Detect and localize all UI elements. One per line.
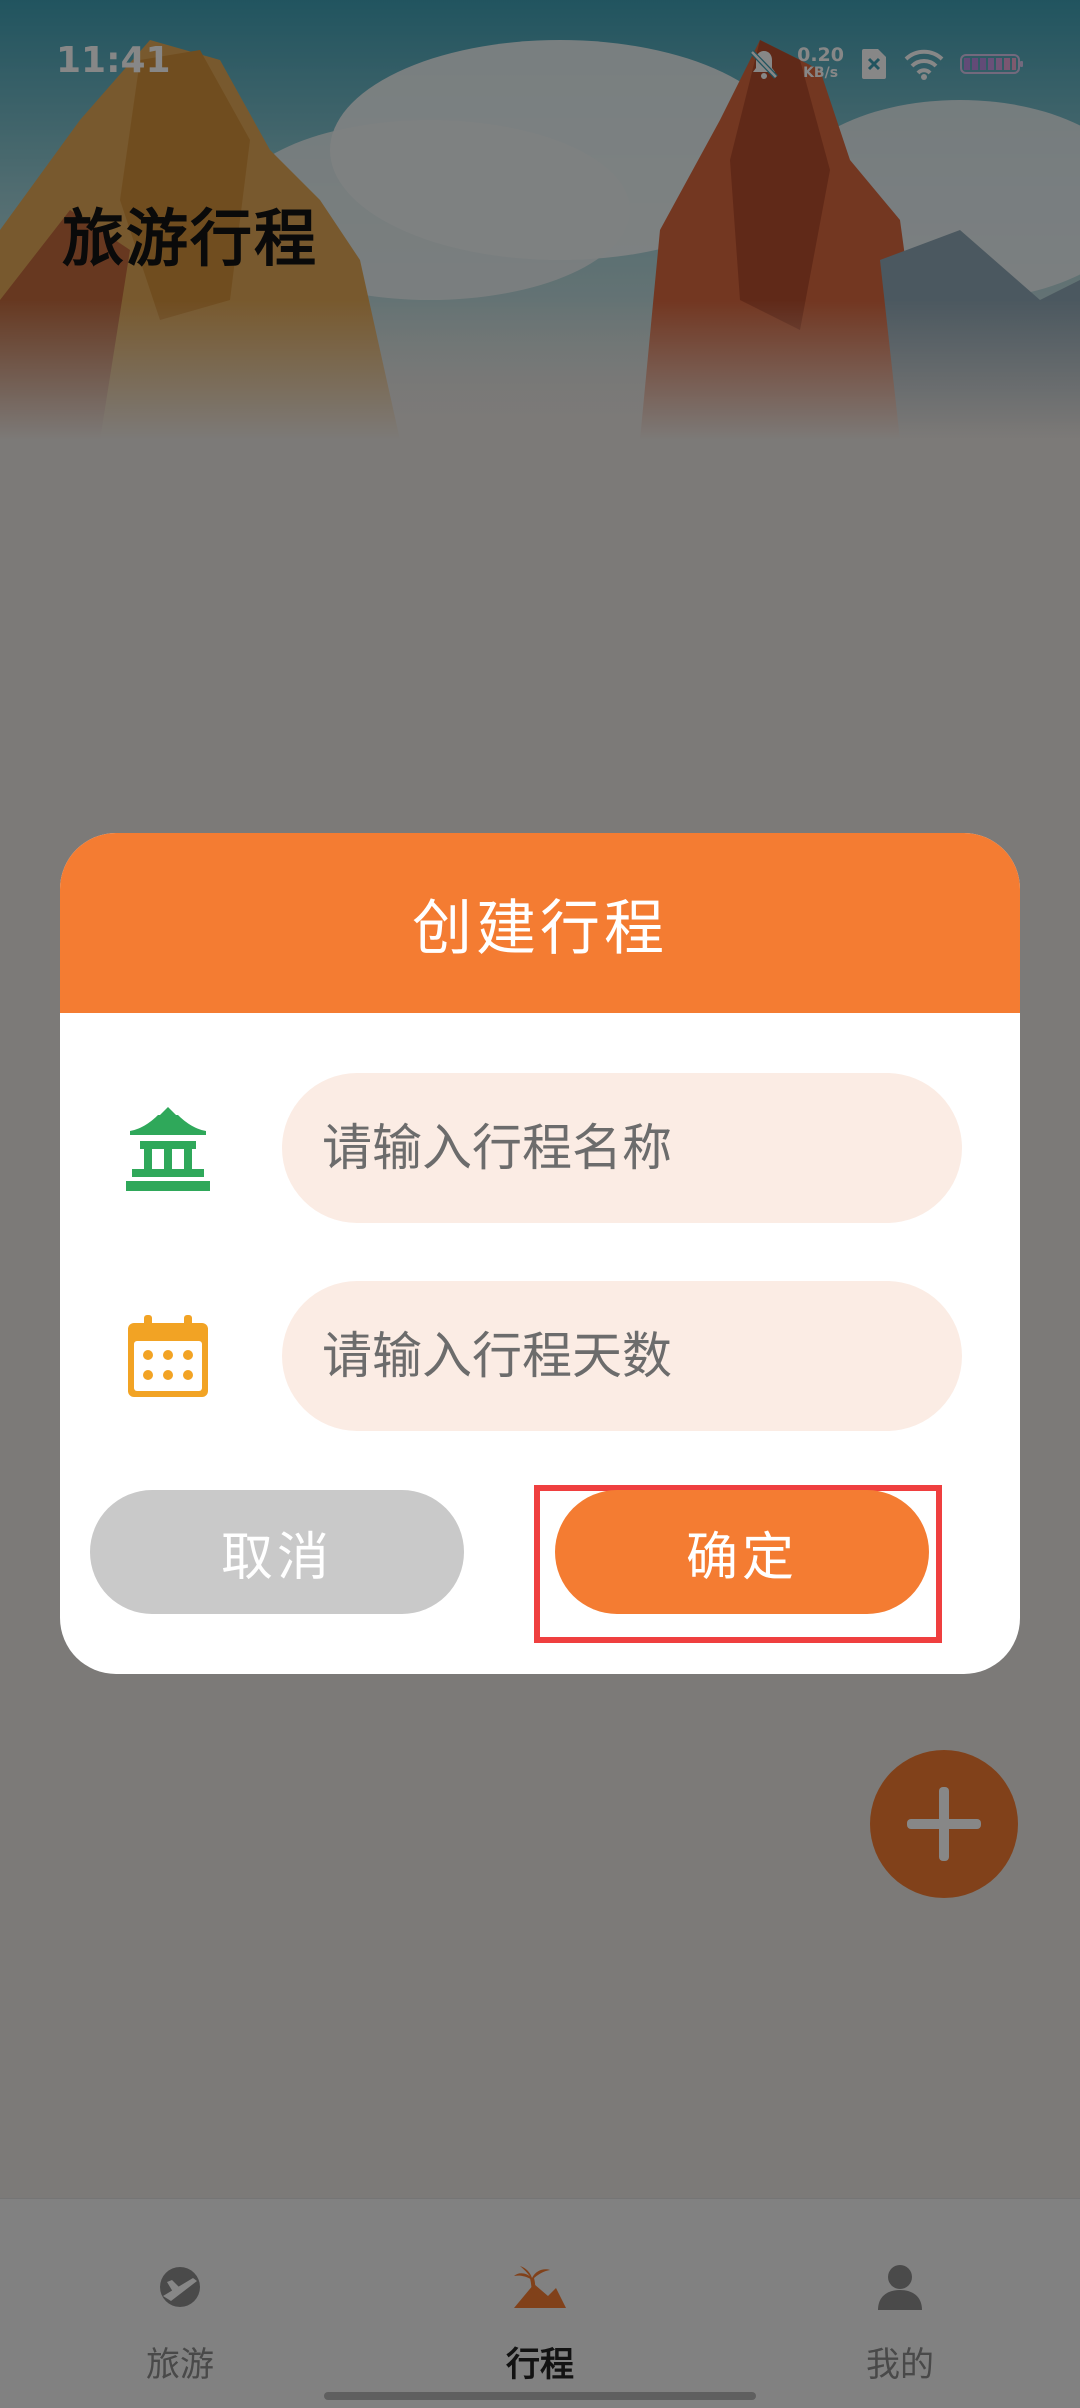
- dialog-title: 创建行程: [412, 893, 668, 964]
- cancel-button[interactable]: 取消: [90, 1490, 464, 1614]
- create-trip-dialog: 创建行程 请输入行程名称 请输入行程天数 取消 确定: [60, 833, 1020, 1674]
- calendar-icon: [122, 1311, 214, 1403]
- confirm-button[interactable]: 确定: [555, 1490, 929, 1614]
- trip-name-input[interactable]: [282, 1073, 962, 1223]
- dialog-header: 创建行程: [60, 833, 1020, 1013]
- trip-name-row: [60, 1073, 1020, 1223]
- pavilion-icon: [122, 1103, 214, 1195]
- trip-days-input[interactable]: [282, 1281, 962, 1431]
- trip-days-row: [60, 1281, 1020, 1431]
